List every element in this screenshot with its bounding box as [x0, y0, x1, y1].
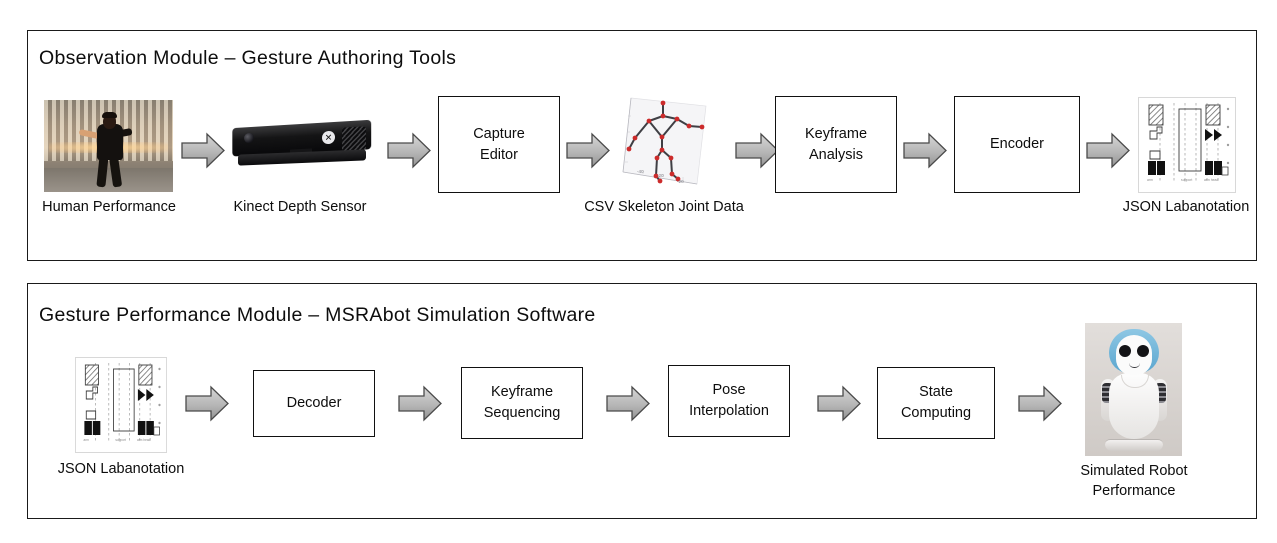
arrow-keyframe-analysis-to-encoder: [903, 132, 947, 169]
decoder-box[interactable]: Decoder: [253, 370, 375, 437]
capture-editor-label: Capture Editor: [473, 125, 525, 163]
performer-torso: [96, 123, 123, 160]
observation-module-title: Observation Module – Gesture Authoring T…: [39, 47, 457, 69]
state-computing-label: State Computing: [900, 384, 972, 421]
gesture-performance-module-title: Gesture Performance Module – MSRAbot Sim…: [39, 304, 596, 326]
arrow-keyframe-sequencing-to-pose-interpolation: [606, 385, 650, 422]
keyframe-sequencing-label: Keyframe Sequencing: [483, 384, 561, 421]
arrow-csv-to-keyframe-analysis: [735, 132, 779, 169]
performer-hat: [101, 112, 117, 119]
kinect-grille: [342, 126, 366, 152]
keyframe-analysis-label: Keyframe Analysis: [804, 125, 868, 163]
photo-floor: [44, 168, 173, 192]
arrow-pose-interpolation-to-state-computing: [817, 385, 861, 422]
human-performance-caption: Human Performance: [42, 199, 176, 215]
skeleton-tick-label-2: -20: [677, 179, 684, 184]
json-labanotation-caption-bottom: JSON Labanotation: [57, 461, 185, 477]
skeleton-tick-label-1: -20: [657, 173, 664, 178]
svg-text:arm: arm: [83, 438, 89, 442]
arrow-encoder-to-json: [1086, 132, 1130, 169]
capture-editor-box[interactable]: Capture Editor: [438, 96, 560, 193]
arrow-state-computing-to-robot: [1018, 385, 1062, 422]
pose-interpolation-label: Pose Interpolation: [689, 382, 769, 419]
svg-text:arm head: arm head: [137, 438, 151, 442]
arrow-json-to-decoder: [185, 385, 229, 422]
svg-text:support: support: [1181, 178, 1192, 182]
state-computing-box[interactable]: State Computing: [877, 367, 995, 439]
arrow-kinect-to-capture-editor: [387, 132, 431, 169]
human-performance-photo: [44, 100, 173, 192]
json-labanotation-caption-top: JSON Labanotation: [1122, 199, 1250, 215]
decoder-label: Decoder: [286, 395, 342, 412]
arrow-human-to-kinect: [181, 132, 225, 169]
csv-skeleton-joint-data-plot: -40 -20 -20: [613, 92, 713, 192]
robot-right-eye: [1136, 345, 1149, 357]
json-labanotation-score: arm support arm head: [75, 357, 167, 453]
robot-base: [1104, 439, 1163, 451]
kinect-depth-sensor-caption: Kinect Depth Sensor: [233, 199, 367, 215]
arrow-capture-editor-to-csv: [566, 132, 610, 169]
simulated-robot-photo: [1085, 323, 1182, 456]
keyframe-analysis-box[interactable]: Keyframe Analysis: [775, 96, 897, 193]
svg-text:arm head: arm head: [1204, 178, 1218, 182]
json-labanotation-score: arm support arm head: [1138, 97, 1236, 193]
simulated-robot-performance-caption: Simulated Robot Performance: [1080, 463, 1188, 499]
arrow-decoder-to-keyframe-sequencing: [398, 385, 442, 422]
svg-text:arm: arm: [1147, 178, 1153, 182]
keyframe-sequencing-box[interactable]: Keyframe Sequencing: [461, 367, 583, 439]
encoder-box[interactable]: Encoder: [954, 96, 1080, 193]
skeleton-tick-label-0: -40: [637, 169, 644, 174]
csv-skeleton-joint-data-caption: CSV Skeleton Joint Data: [584, 199, 744, 215]
pose-interpolation-box[interactable]: Pose Interpolation: [668, 365, 790, 437]
kinect-depth-sensor-photo: [228, 116, 373, 174]
svg-text:support: support: [115, 438, 126, 442]
encoder-label: Encoder: [989, 136, 1044, 153]
robot-left-eye: [1118, 345, 1131, 357]
